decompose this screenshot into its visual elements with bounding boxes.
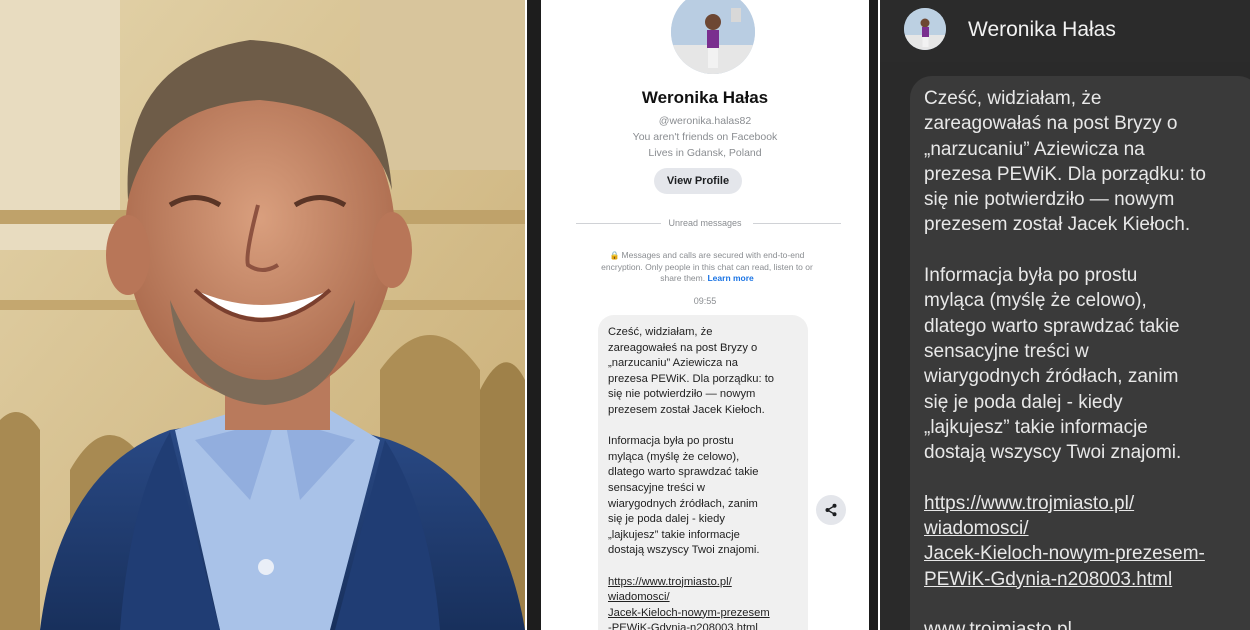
message-line: prezesem został Jacek Kiełoch. xyxy=(608,403,765,416)
portrait-illustration xyxy=(0,0,525,630)
message-line: „lajkujesz” takie informacje xyxy=(924,416,1148,438)
view-profile-button[interactable]: View Profile xyxy=(654,168,742,194)
message-line: dlatego warto sprawdzać takie xyxy=(924,315,1180,337)
article-link[interactable]: https://www.trojmiasto.pl/ xyxy=(924,491,1246,516)
message-line: dostają wszyscy Twoi znajomi. xyxy=(924,442,1182,464)
share-icon[interactable] xyxy=(816,495,846,525)
message-line: dlatego warto sprawdzać takie xyxy=(608,466,759,479)
message-line: prezesa PEWiK. Dla porządku: to xyxy=(608,372,775,385)
article-link[interactable]: wiadomosci/ xyxy=(608,590,798,606)
message-line: wiarygodnych źródłach, zanim xyxy=(608,497,758,510)
friend-status: You aren't friends on Facebook xyxy=(632,131,778,143)
messenger-light-screenshot: Weronika Hałas @weronika.halas82 You are… xyxy=(527,0,878,630)
chat-header: Weronika Hałas xyxy=(880,0,1250,62)
message-line: się je poda dalej - kiedy xyxy=(924,391,1123,413)
message-line: „narzucaniu” Aziewicza na xyxy=(608,357,738,370)
article-link[interactable]: https://www.trojmiasto.pl/ xyxy=(608,575,798,591)
message-bubble-dark[interactable]: Cześć, widziałam, że zareagowałaś na pos… xyxy=(910,76,1250,630)
message-line: się nie potwierdziło — nowym xyxy=(608,388,756,401)
profile-name: Weronika Hałas xyxy=(641,88,769,107)
message-line: się nie potwierdziło — nowym xyxy=(924,189,1175,211)
article-link[interactable]: PEWiK-Gdynia-n208003.html xyxy=(924,567,1246,592)
message-line: zareagowałeś na post Bryzy o xyxy=(608,341,758,354)
encryption-notice: 🔒 Messages and calls are secured with end… xyxy=(593,250,821,285)
message-line: prezesa PEWiK. Dla porządku: to xyxy=(924,163,1206,185)
header-avatar[interactable] xyxy=(904,8,946,50)
message-line: prezesem został Jacek Kiełoch. xyxy=(924,214,1191,236)
message-line: zareagowałaś na post Bryzy o xyxy=(924,113,1178,135)
unread-messages-label: Unread messages xyxy=(668,218,742,228)
portrait-photo xyxy=(0,0,525,630)
learn-more-link[interactable]: Learn more xyxy=(707,273,753,283)
profile-avatar[interactable] xyxy=(671,0,755,74)
article-link[interactable]: wiadomosci/ xyxy=(924,516,1246,541)
message-time: 09:55 xyxy=(693,296,717,306)
message-line: sensacyjne treści w xyxy=(924,340,1089,362)
messenger-dark-screenshot: Weronika Hałas Cześć, widziałam, że zare… xyxy=(880,0,1250,630)
article-link[interactable]: Jacek-Kieloch-nowym-prezesem- xyxy=(924,541,1246,566)
message-line: Informacja była po prostu xyxy=(608,435,734,448)
light-chat-screen: Weronika Hałas @weronika.halas82 You are… xyxy=(541,0,869,630)
message-line: dostają wszyscy Twoi znajomi. xyxy=(608,544,760,557)
article-link[interactable]: Jacek-Kieloch-nowym-prezesem xyxy=(608,606,798,622)
message-line: sensacyjne treści w xyxy=(608,481,705,494)
link-preview-domain[interactable]: www.trojmiasto.pl xyxy=(924,617,1246,630)
message-line: Cześć, widziałam, że xyxy=(924,88,1102,109)
message-line: Informacja była po prostu xyxy=(924,265,1138,287)
message-line: się je poda dalej - kiedy xyxy=(608,513,725,526)
message-line: Cześć, widziałam, że xyxy=(608,326,713,338)
article-link[interactable]: -PEWiK-Gdynia-n208003.html xyxy=(608,621,798,630)
message-line: „narzucaniu” Aziewicza na xyxy=(924,138,1145,160)
profile-location: Lives in Gdansk, Poland xyxy=(648,147,762,159)
message-bubble-light[interactable]: Cześć, widziałam, że zareagowałeś na pos… xyxy=(598,315,808,630)
message-line: „lajkujesz” takie informacje xyxy=(608,528,740,541)
header-name: Weronika Hałas xyxy=(968,18,1116,41)
message-line: myląca (myślę że celowo), xyxy=(608,450,740,463)
profile-handle: @weronika.halas82 xyxy=(658,115,752,127)
message-line: wiarygodnych źródłach, zanim xyxy=(924,366,1179,388)
lock-icon: 🔒 xyxy=(609,251,620,260)
message-line: myląca (myślę że celowo), xyxy=(924,290,1147,312)
